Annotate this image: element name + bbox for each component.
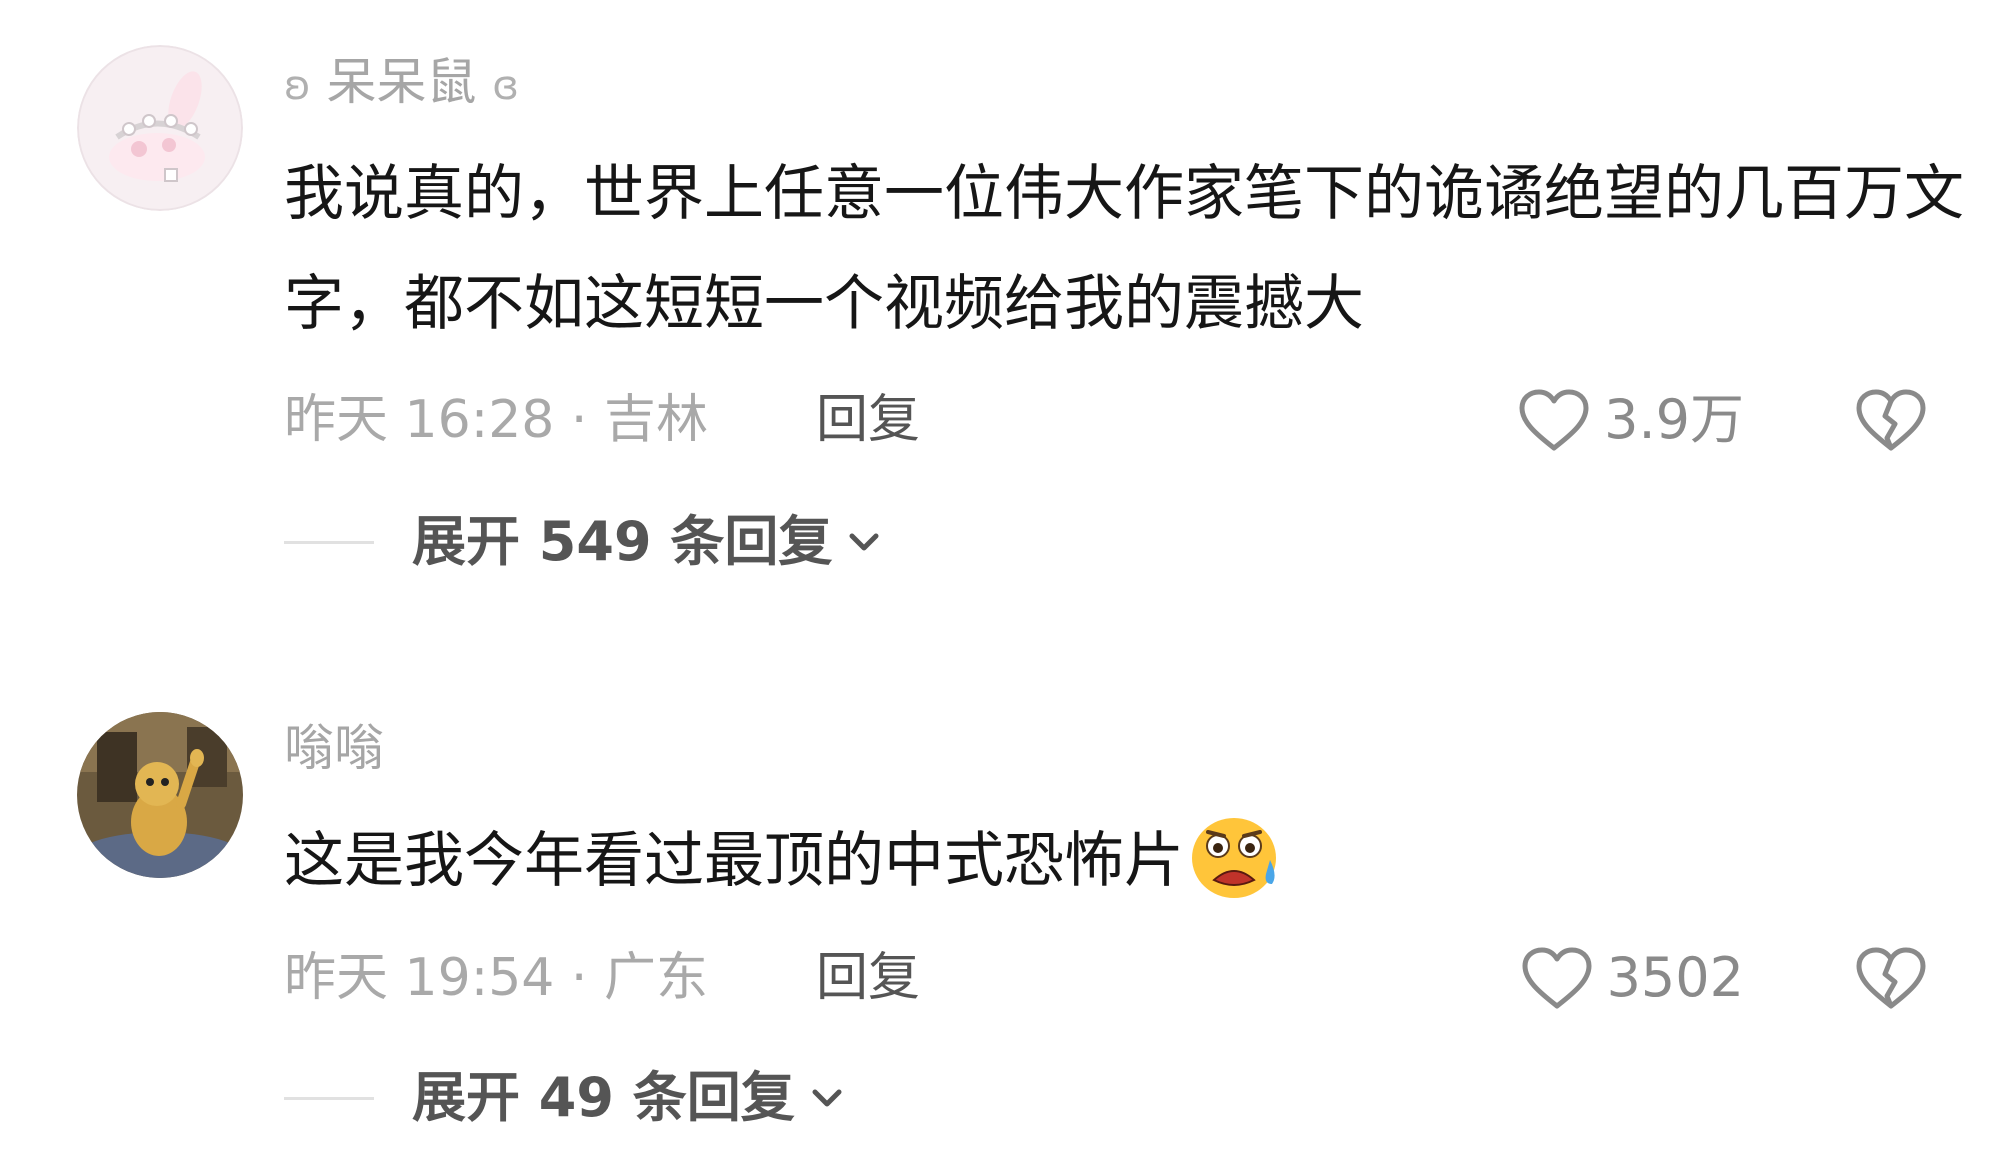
expand-replies-label: 展开 549 条回复 — [412, 510, 833, 573]
comment-text: 我说真的，世界上任意一位伟大作家笔下的诡谲绝望的几百万文字，都不如这短短一个视频… — [284, 159, 1964, 339]
heart-outline-icon — [1522, 947, 1592, 1009]
like-count: 3502 — [1606, 946, 1744, 1009]
username-suffix-decoration: ɞ — [492, 63, 519, 109]
chevron-down-icon — [849, 533, 879, 551]
broken-heart-icon — [1856, 947, 1926, 1009]
expand-replies-label: 展开 49 条回复 — [412, 1066, 795, 1129]
like-button[interactable]: 3502 — [1521, 946, 1744, 1010]
chevron-down-icon — [812, 1089, 842, 1107]
comment-time-location: 昨天 16:28 · 吉林 — [284, 390, 708, 450]
like-button[interactable]: 3.9万 — [1518, 388, 1744, 452]
bunny-avatar-icon — [77, 45, 243, 211]
username-text: 呆呆鼠 — [326, 53, 477, 111]
dislike-button[interactable] — [1855, 388, 1927, 452]
heart-outline-icon — [1519, 389, 1589, 451]
expand-replies-button[interactable]: 展开 549 条回复 — [284, 510, 882, 574]
broken-heart-icon — [1856, 389, 1926, 451]
username-text: 嗡嗡 — [284, 719, 384, 777]
cartoon-cat-avatar-icon — [77, 712, 243, 878]
reply-button[interactable]: 回复 — [816, 390, 920, 450]
avatar[interactable] — [77, 712, 243, 878]
comment-text: 这是我今年看过最顶的中式恐怖片 — [284, 806, 1964, 916]
comment-text-body: 这是我今年看过最顶的中式恐怖片 — [284, 826, 1184, 896]
like-count: 3.9万 — [1604, 388, 1744, 451]
divider-line — [284, 1096, 374, 1100]
reply-button[interactable]: 回复 — [816, 948, 920, 1008]
dislike-button[interactable] — [1855, 946, 1927, 1010]
username-prefix-decoration: ʚ — [284, 63, 311, 109]
comment-time-location: 昨天 19:54 · 广东 — [284, 948, 708, 1008]
expand-replies-button[interactable]: 展开 49 条回复 — [284, 1066, 845, 1130]
username[interactable]: ʚ 呆呆鼠 ɞ — [284, 52, 519, 116]
avatar[interactable] — [77, 45, 243, 211]
divider-line — [284, 540, 374, 544]
scared-crying-face-emoji-icon — [1192, 818, 1276, 899]
username[interactable]: 嗡嗡 — [284, 718, 384, 778]
